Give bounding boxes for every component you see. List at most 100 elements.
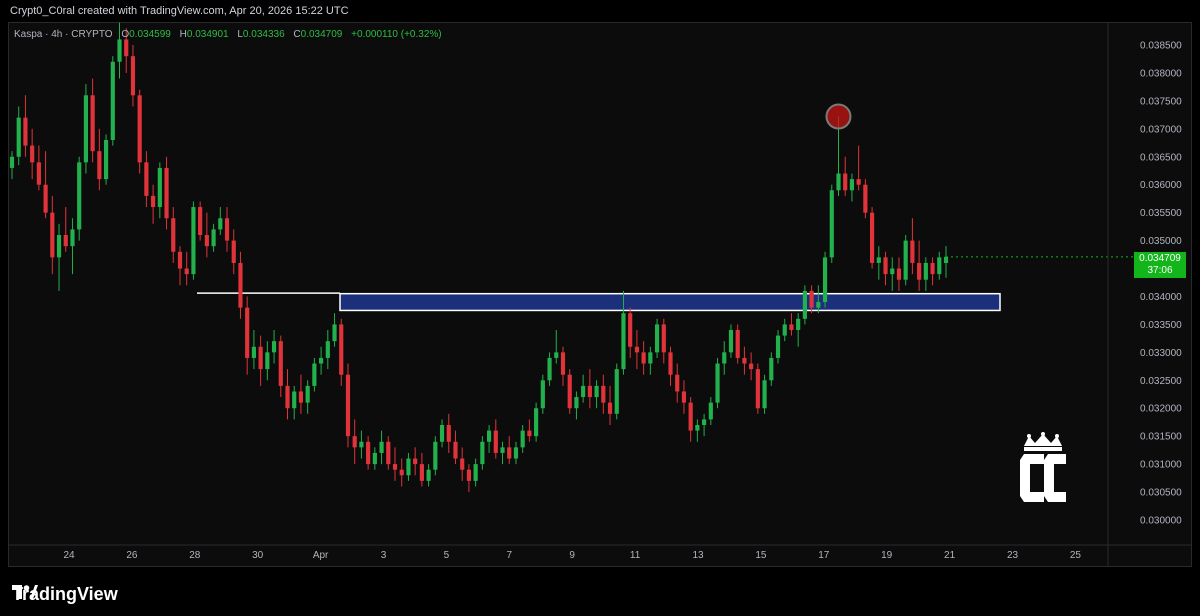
candle-body	[211, 229, 216, 247]
candle	[802, 285, 807, 325]
candle	[265, 341, 270, 381]
candle	[728, 324, 734, 358]
candle	[63, 207, 68, 252]
candle-body	[231, 240, 236, 263]
candle	[426, 464, 431, 487]
candle	[661, 318, 666, 364]
y-tick-label: 0.035000	[1140, 236, 1182, 247]
high-label: H	[179, 29, 187, 40]
candle-body	[399, 469, 404, 476]
candle	[285, 369, 290, 420]
candle-body	[224, 218, 230, 241]
tradingview-logo-icon	[12, 585, 38, 599]
candle-body	[870, 212, 875, 263]
x-tick-label: 5	[444, 550, 450, 561]
candle-body	[883, 257, 888, 275]
candle	[540, 374, 545, 414]
candle	[789, 313, 794, 336]
candle	[332, 313, 337, 347]
candle	[507, 436, 512, 465]
candle	[574, 391, 579, 420]
candle-body	[782, 324, 787, 336]
y-tick-label: 0.031000	[1140, 460, 1182, 471]
candle-body	[245, 307, 250, 358]
candle-body	[762, 380, 767, 409]
x-tick-label: 23	[1007, 550, 1019, 561]
x-tick-label: 9	[569, 550, 575, 561]
candle-body	[204, 235, 209, 247]
y-tick-label: 0.035500	[1140, 208, 1182, 219]
candle	[386, 436, 391, 470]
candle	[137, 89, 142, 174]
candle	[943, 246, 949, 278]
candle-body	[722, 352, 727, 364]
candle	[849, 173, 855, 202]
tradingview-brand[interactable]: TradingView	[12, 583, 118, 605]
candle	[715, 357, 720, 409]
candle-body	[285, 385, 290, 409]
candle	[594, 380, 599, 409]
x-tick-label: Apr	[313, 550, 329, 561]
candle	[298, 374, 304, 414]
candlestick-chart[interactable]: 0.038500 0.038000 0.037500 0.037000 0.036500…	[0, 0, 1200, 616]
candle-body	[809, 290, 814, 308]
candle	[406, 452, 411, 481]
candle	[695, 419, 700, 442]
candle-body	[486, 430, 492, 442]
candle	[292, 385, 297, 420]
candle-body	[560, 352, 566, 375]
candle-body	[50, 212, 55, 258]
candle	[735, 324, 740, 364]
candle-body	[23, 117, 28, 146]
candle-body	[917, 262, 922, 280]
x-tick-label: 19	[881, 550, 893, 561]
candle-layer	[9, 22, 949, 493]
candle-body	[473, 464, 478, 481]
x-tick-label: 24	[63, 550, 75, 561]
candle-body	[191, 207, 196, 275]
candle-body	[856, 179, 861, 185]
x-tick-label: 25	[1070, 550, 1082, 561]
candle	[433, 436, 438, 476]
candle	[796, 313, 801, 347]
candle	[614, 363, 619, 420]
candle-body	[130, 56, 136, 96]
candle	[527, 419, 532, 442]
candle	[688, 397, 693, 442]
candle	[198, 201, 203, 241]
candle	[43, 151, 48, 219]
candle-body	[419, 464, 424, 481]
candle-body	[406, 458, 411, 476]
candle	[782, 318, 787, 342]
candle	[305, 380, 310, 414]
candle-body	[742, 357, 747, 364]
x-tick-label: 13	[692, 550, 704, 561]
candle-body	[9, 156, 15, 168]
candle	[863, 179, 868, 219]
candle	[231, 229, 236, 275]
candle-body	[849, 179, 855, 191]
candle-body	[520, 430, 525, 448]
y-tick-label: 0.033500	[1140, 320, 1182, 331]
candle	[876, 246, 881, 280]
candle-body	[332, 324, 337, 342]
candle-body	[587, 385, 592, 398]
candle-body	[278, 341, 283, 386]
candle	[702, 413, 707, 437]
candle	[319, 346, 324, 375]
candle	[460, 447, 465, 481]
candle	[339, 318, 344, 386]
candle-body	[379, 441, 384, 453]
candle	[668, 346, 673, 386]
candle	[325, 330, 330, 370]
x-tick-label: 15	[755, 550, 767, 561]
candle-body	[198, 207, 203, 235]
candle	[439, 419, 445, 448]
candle-body	[822, 257, 828, 303]
candle	[130, 45, 136, 107]
candle-body	[910, 240, 915, 263]
candle	[500, 441, 505, 465]
candle-body	[30, 145, 35, 163]
candle-body	[77, 162, 82, 230]
candle	[251, 330, 256, 370]
